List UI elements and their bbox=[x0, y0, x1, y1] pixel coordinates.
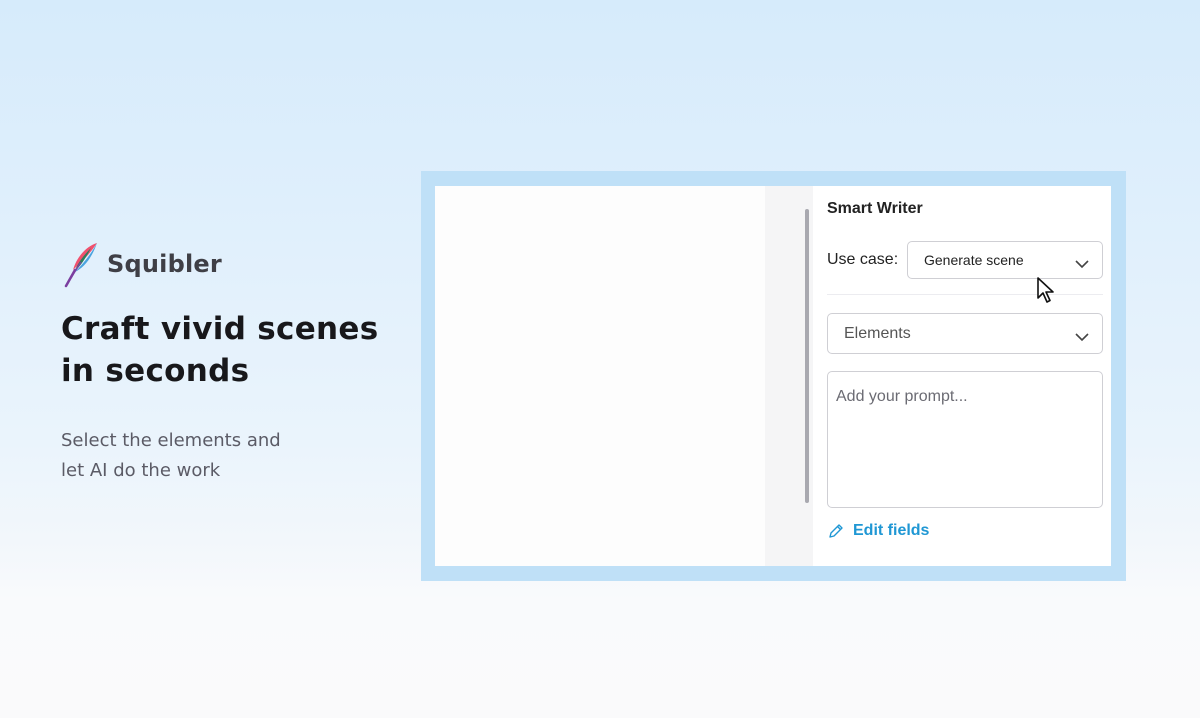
subline-line-2: let AI do the work bbox=[61, 460, 221, 481]
headline-line-2: in seconds bbox=[61, 353, 250, 389]
subline-line-1: Select the elements and bbox=[61, 430, 281, 451]
app-screen: Smart Writer Use case: Generate scene El… bbox=[435, 186, 1111, 566]
use-case-label: Use case: bbox=[827, 251, 899, 268]
edit-fields-link[interactable]: Edit fields bbox=[827, 522, 929, 540]
scrollbar[interactable] bbox=[805, 209, 809, 503]
use-case-value: Generate scene bbox=[924, 252, 1024, 268]
use-case-select[interactable]: Generate scene bbox=[907, 241, 1103, 279]
feather-quill-icon bbox=[61, 240, 101, 288]
mouse-pointer-icon bbox=[1036, 276, 1056, 304]
editor-area[interactable] bbox=[435, 186, 765, 566]
panel-title: Smart Writer bbox=[827, 200, 923, 217]
prompt-input[interactable] bbox=[827, 371, 1103, 508]
headline-line-1: Craft vivid scenes bbox=[61, 311, 379, 347]
hero-section: Squibler Craft vivid scenes in seconds S… bbox=[61, 240, 401, 486]
smart-writer-panel: Smart Writer Use case: Generate scene El… bbox=[813, 186, 1111, 566]
chevron-down-icon bbox=[1075, 256, 1089, 268]
app-preview-frame: Smart Writer Use case: Generate scene El… bbox=[421, 171, 1126, 581]
divider bbox=[827, 294, 1103, 295]
subline: Select the elements and let AI do the wo… bbox=[61, 426, 321, 486]
brand: Squibler bbox=[61, 240, 401, 288]
headline: Craft vivid scenes in seconds bbox=[61, 308, 401, 392]
chevron-down-icon bbox=[1075, 329, 1089, 342]
brand-name: Squibler bbox=[107, 250, 222, 278]
pencil-icon bbox=[827, 522, 845, 540]
edit-fields-label: Edit fields bbox=[853, 522, 930, 539]
elements-select[interactable]: Elements bbox=[827, 313, 1103, 354]
elements-value: Elements bbox=[844, 324, 911, 342]
